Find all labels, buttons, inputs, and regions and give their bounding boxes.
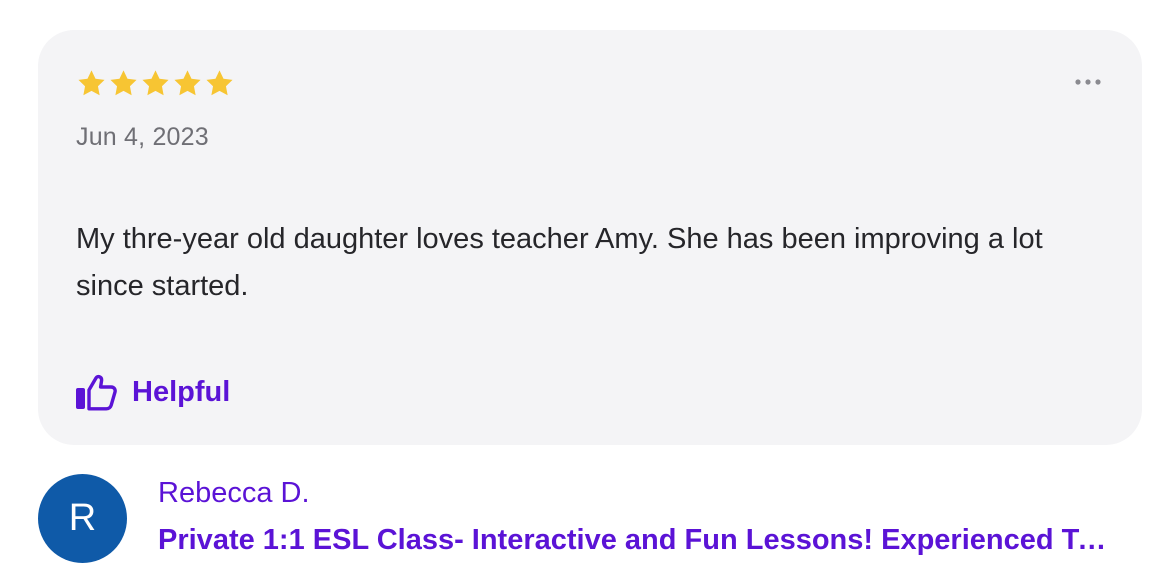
star-icon	[78, 70, 105, 96]
star-icon	[174, 70, 201, 96]
helpful-button[interactable]: Helpful	[74, 370, 230, 414]
star-icon	[206, 70, 233, 96]
helpful-label: Helpful	[132, 375, 231, 408]
reviewer-name-link[interactable]: Rebecca D.	[158, 477, 310, 510]
star-icon	[110, 70, 137, 96]
star-icon	[142, 70, 169, 96]
review-card: Jun 4, 2023 My thre-year old daughter lo…	[38, 30, 1142, 445]
star-rating	[76, 68, 235, 102]
more-options-button[interactable]	[1072, 72, 1104, 92]
thumbs-up-icon	[76, 374, 117, 411]
review-text: My thre-year old daughter loves teacher …	[76, 223, 1043, 302]
avatar: R	[38, 474, 127, 563]
more-horizontal-icon	[1075, 79, 1101, 85]
review-date: Jun 4, 2023	[76, 123, 209, 151]
class-title-link[interactable]: Private 1:1 ESL Class- Interactive and F…	[158, 524, 1108, 557]
